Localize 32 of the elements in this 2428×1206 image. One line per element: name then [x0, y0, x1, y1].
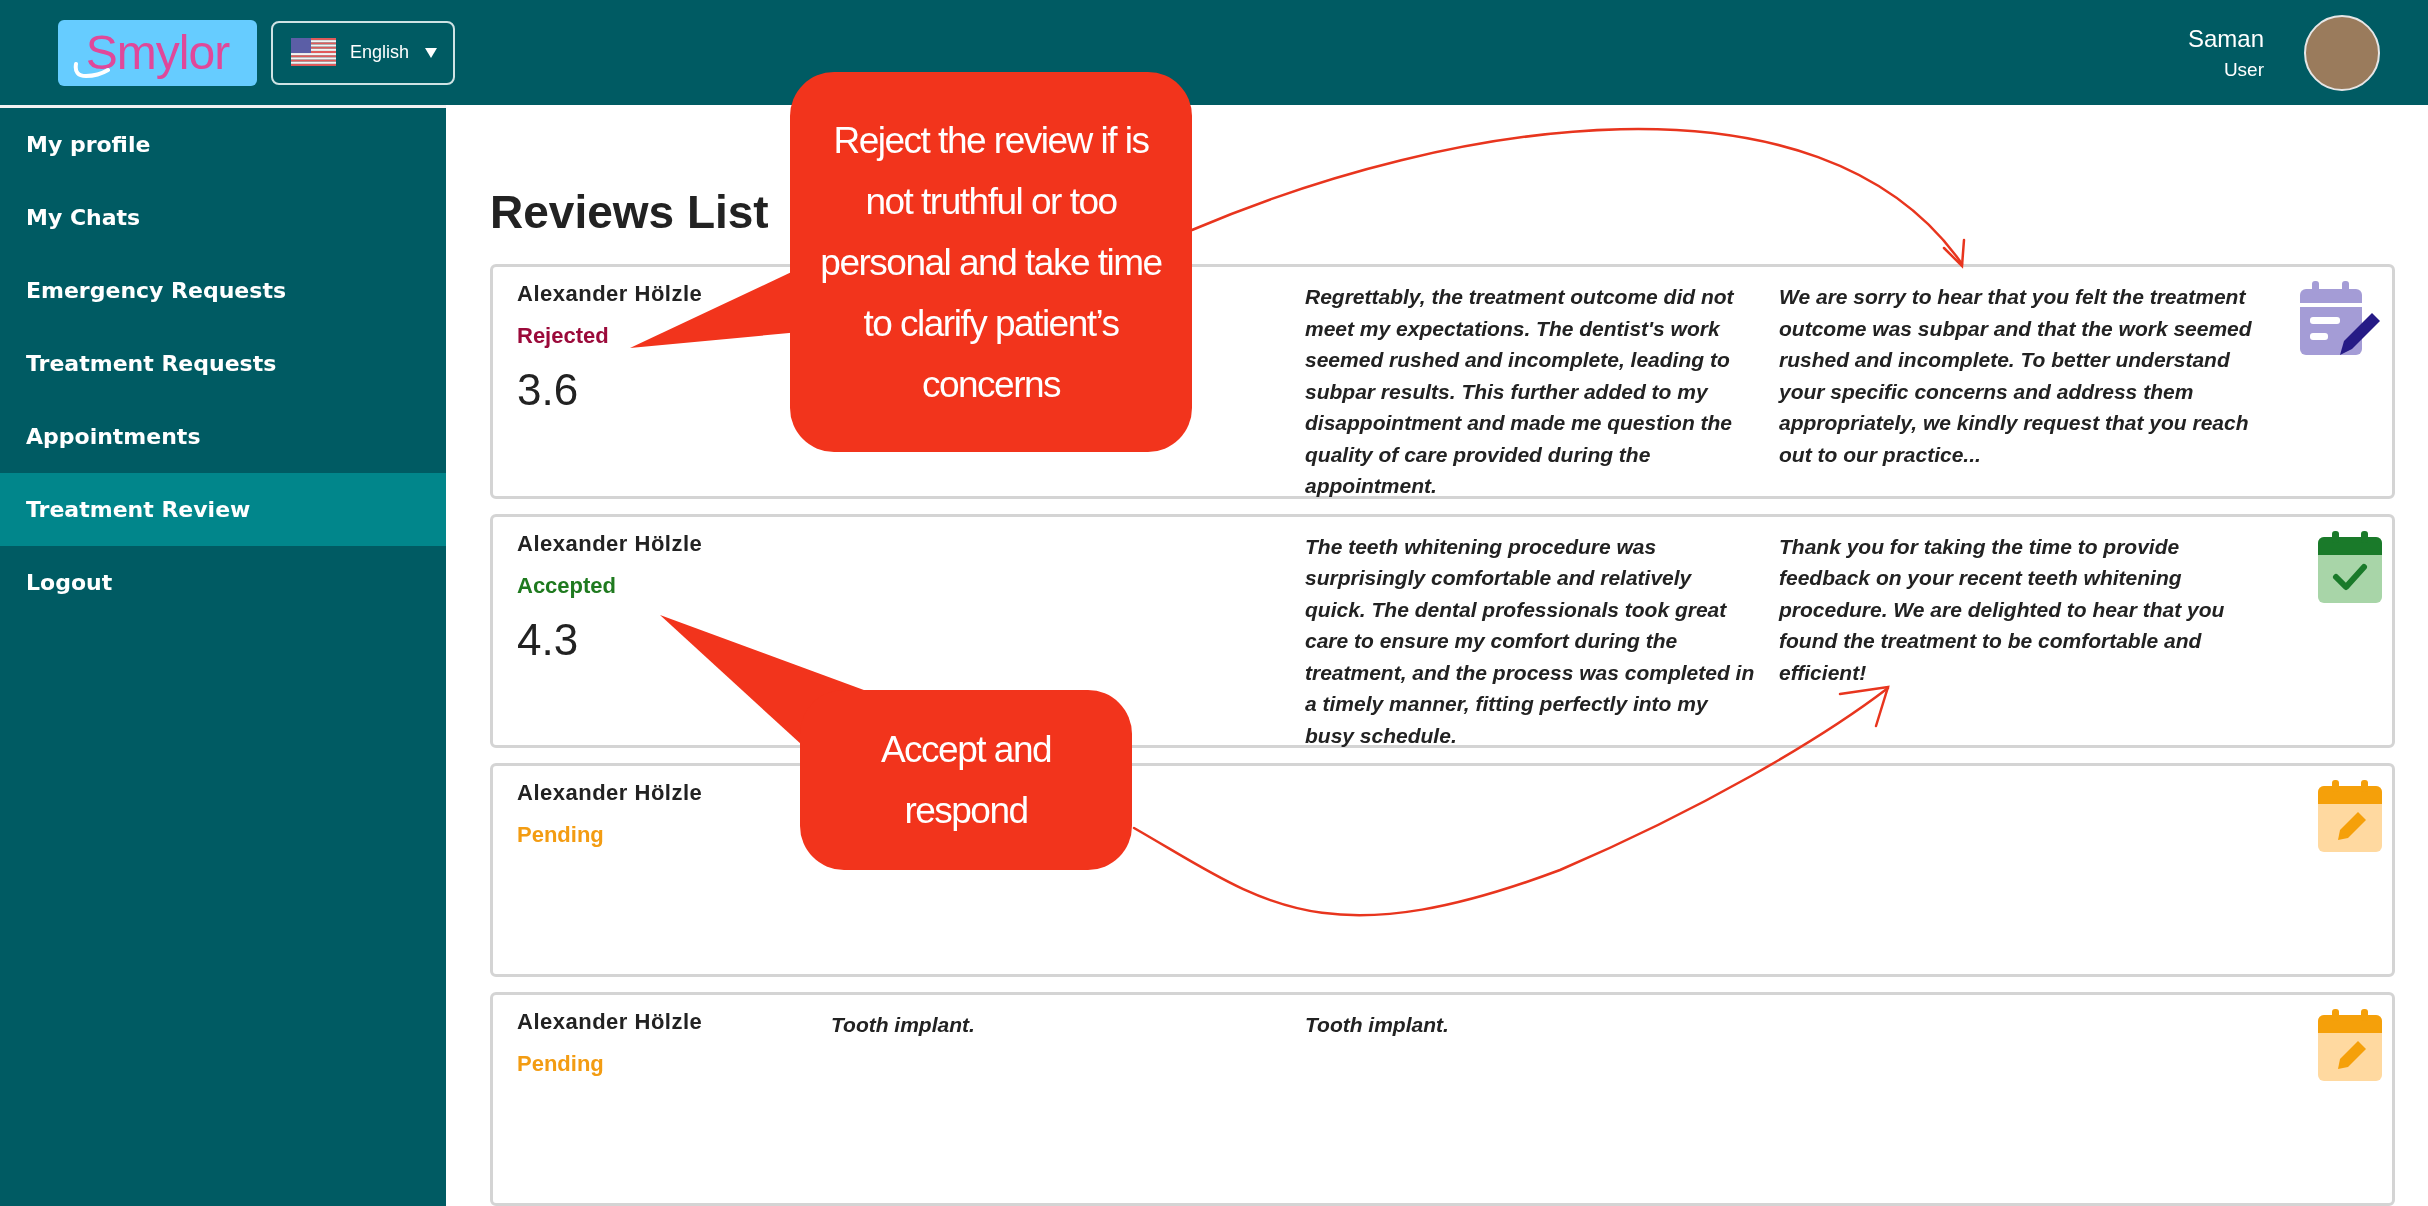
- rating: 3.6: [517, 365, 580, 415]
- sidebar-item[interactable]: Treatment Requests: [0, 327, 446, 400]
- callout: Accept and respond: [800, 690, 1132, 870]
- response-text: Thank you for taking the time to provide feedback on your recent teeth whitening procedure. We are delighted to hear that you found the treatment to be comfortable and efficient!: [1779, 533, 2226, 686]
- user-name: Saman: [2187, 24, 2264, 53]
- calendar-check-icon[interactable]: [2318, 530, 2382, 603]
- review-text: Tooth implant.: [1305, 1012, 1450, 1038]
- review-status: Rejected: [517, 323, 610, 349]
- sidebar-item[interactable]: Emergency Requests: [0, 254, 446, 327]
- sidebar-item[interactable]: My profile: [0, 108, 446, 181]
- sidebar-item[interactable]: Appointments: [0, 400, 446, 473]
- language-select[interactable]: English: [271, 20, 455, 85]
- response-text: We are sorry to hear that you felt the treatment outcome was subpar and that the work seemed rushed and incomplete. To better understand your specific concerns and address them appropriately, we kindly request that you reach out to our practice...: [1779, 284, 2253, 468]
- sidebar-item[interactable]: Treatment Review: [0, 473, 446, 546]
- review-status: Pending: [517, 822, 605, 848]
- reviewer-name: Alexander Hölzle: [517, 780, 704, 806]
- user-role: User: [2223, 58, 2264, 81]
- reviewer-name: Alexander Hölzle: [517, 530, 704, 557]
- review-text: Regrettably, the treatment outcome did not meet my expectations. The dentist's work seemed rushed and incomplete, leading to subpar results. This further added to my disappointment and made me question the quality of care provided during the appointment.: [1305, 284, 1735, 499]
- rating: 4.3: [517, 614, 580, 665]
- review-text: The teeth whitening procedure was surprisingly comfortable and relatively quick. The dental professionals took great care to ensure my comfort during the treatment, and the process was completed in a timely manner, fitting perfectly into my busy schedule.: [1305, 533, 1755, 749]
- callout: Reject the review if is not truthful or too personal and take time to clarify patient’s concerns: [790, 72, 1192, 452]
- review-status: Pending: [517, 1051, 605, 1077]
- treatment-text: Tooth implant.: [831, 1012, 976, 1038]
- flag-icon: [291, 37, 336, 68]
- reviewer-name: Alexander Hölzle: [517, 1009, 704, 1035]
- review-status: Accepted: [517, 572, 618, 599]
- sidebar-item[interactable]: My Chats: [0, 181, 446, 254]
- caret-icon: [425, 47, 437, 58]
- reviewer-name: Alexander Hölzle: [517, 281, 704, 307]
- sidebar-item[interactable]: Logout: [0, 546, 446, 619]
- page-title: Reviews List: [490, 185, 769, 239]
